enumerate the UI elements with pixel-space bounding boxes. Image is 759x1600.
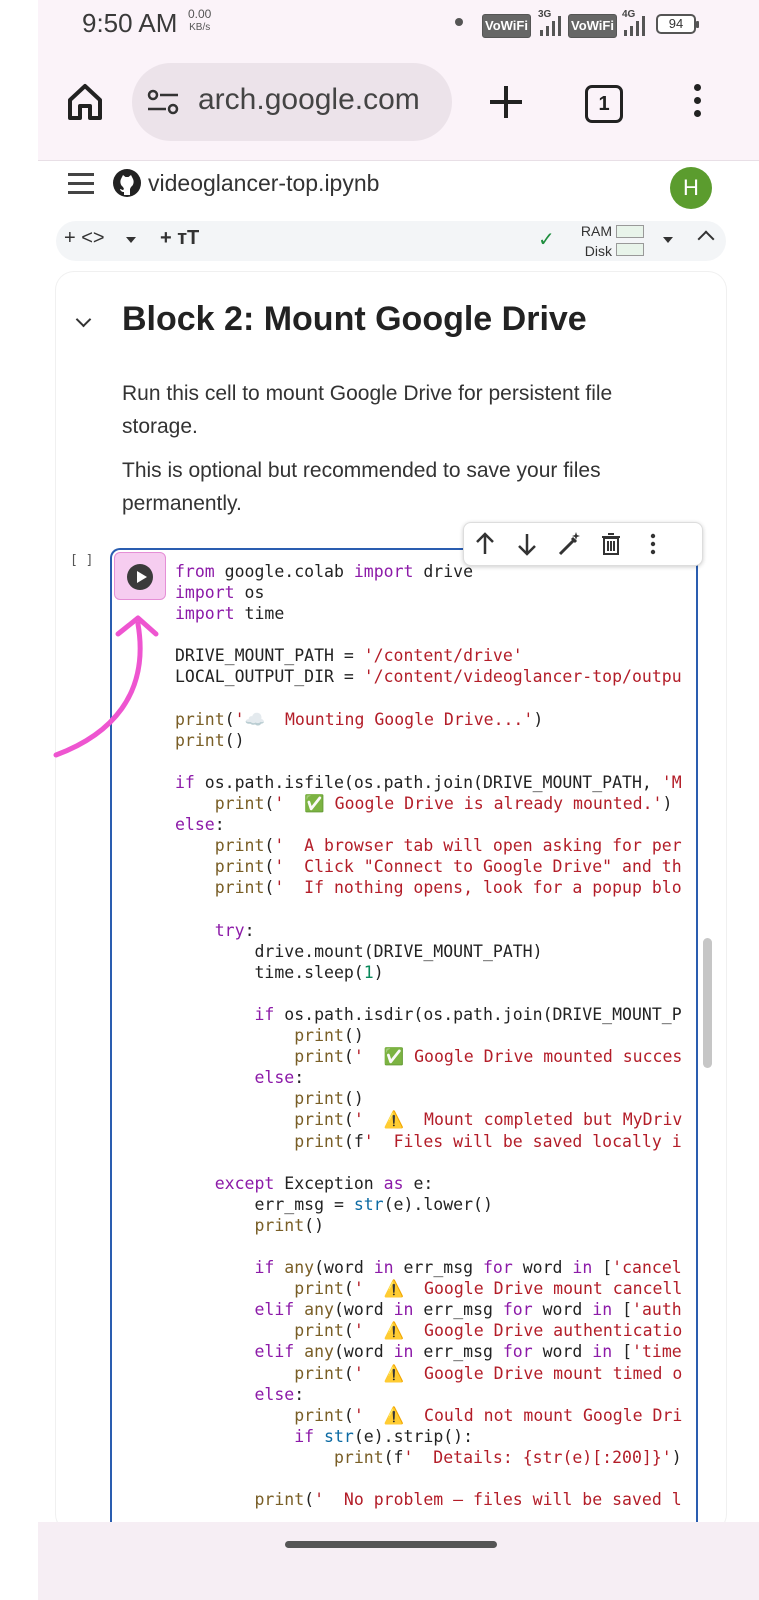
- code-line: print(' Click "Connect to Google Drive" …: [214, 857, 682, 877]
- run-cell-button[interactable]: [114, 552, 166, 600]
- arrow-down-icon[interactable]: [512, 529, 542, 559]
- code-line: if os.path.isfile(os.path.join(DRIVE_MOU…: [175, 772, 682, 792]
- section-heading: Block 2: Mount Google Drive: [122, 300, 587, 338]
- code-line: except Exception as e:: [214, 1173, 434, 1193]
- code-line: print(f' Files will be saved locally i: [294, 1131, 682, 1151]
- add-code-cell-button[interactable]: + <>: [64, 227, 105, 250]
- code-line: print('☁️ Mounting Google Drive...'): [175, 709, 544, 729]
- tab-switcher-button[interactable]: 1: [585, 85, 623, 123]
- ram-usage-bar: [616, 225, 644, 238]
- github-icon: [113, 169, 141, 197]
- home-button[interactable]: [62, 80, 108, 124]
- collapse-toolbar-icon[interactable]: [697, 230, 715, 248]
- code-line: import time: [175, 604, 285, 624]
- avatar[interactable]: H: [670, 167, 712, 209]
- code-line: print(' No problem — files will be saved…: [254, 1490, 682, 1510]
- code-line: print(' ⚠️ Could not mount Google Dri: [294, 1405, 683, 1425]
- site-settings-icon[interactable]: [146, 87, 180, 117]
- signal-4g-icon: [624, 16, 646, 36]
- code-line: print(' A browser tab will open asking f…: [214, 836, 682, 856]
- scrollbar-thumb[interactable]: [703, 938, 712, 1068]
- battery-icon: 94: [656, 14, 699, 34]
- notebook-title[interactable]: videoglancer-top.ipynb: [148, 170, 379, 197]
- code-line: from google.colab import drive: [175, 562, 474, 581]
- code-line: print(): [294, 1089, 364, 1109]
- code-line: print(): [294, 1026, 364, 1046]
- arrow-up-icon[interactable]: [470, 529, 500, 559]
- menu-hamburger-icon[interactable]: [68, 173, 94, 194]
- home-icon: [68, 84, 102, 120]
- code-line: print(' ✅ Google Drive is already mounte…: [214, 794, 673, 814]
- code-line: print(' If nothing opens, look for a pop…: [214, 878, 682, 898]
- network-speed-unit: KB/s: [189, 22, 211, 33]
- code-line: time.sleep(1): [175, 962, 384, 982]
- more-vert-icon[interactable]: [638, 529, 668, 559]
- plus-icon: [490, 86, 522, 118]
- ai-wand-icon[interactable]: [554, 529, 584, 559]
- colab-toolbar: + <> + тT ✓ RAM Disk: [56, 221, 726, 261]
- new-tab-button[interactable]: [486, 82, 526, 122]
- chevron-down-icon[interactable]: [126, 237, 136, 243]
- code-line: print(' ⚠️ Google Drive authenticatio: [294, 1321, 683, 1341]
- code-line: if str(e).strip():: [294, 1426, 474, 1446]
- code-line: print(' ⚠️ Google Drive mount timed o: [294, 1363, 683, 1383]
- code-line: DRIVE_MOUNT_PATH = '/content/drive': [175, 646, 523, 666]
- code-line: else:: [254, 1068, 305, 1088]
- code-line: drive.mount(DRIVE_MOUNT_PATH): [175, 941, 543, 961]
- code-line: if any(word in err_msg for word in ['can…: [254, 1258, 682, 1278]
- disk-usage-bar: [616, 243, 644, 256]
- status-time: 9:50 AM: [82, 8, 178, 38]
- browser-menu-button[interactable]: [690, 84, 704, 120]
- code-line: import os: [175, 583, 265, 603]
- home-indicator[interactable]: [285, 1541, 497, 1548]
- cell-toolbar: [463, 522, 703, 566]
- resource-monitor[interactable]: RAM Disk: [576, 221, 612, 261]
- code-line: try:: [214, 920, 255, 940]
- gesture-bar: [38, 1522, 759, 1600]
- url-bar[interactable]: arch.google.com: [132, 63, 452, 141]
- code-line: print(' ⚠️ Google Drive mount cancell: [294, 1279, 683, 1299]
- add-text-cell-button[interactable]: + тT: [160, 227, 199, 250]
- runtime-dropdown-icon[interactable]: [663, 237, 673, 243]
- url-text[interactable]: arch.google.com: [198, 83, 420, 117]
- code-line: print(): [254, 1215, 325, 1235]
- code-editor[interactable]: from google.colab import drive import os…: [175, 561, 682, 1510]
- code-line: print(' ✅ Google Drive mounted succes: [294, 1047, 683, 1067]
- delete-icon[interactable]: [596, 529, 626, 559]
- code-cell[interactable]: from google.colab import drive import os…: [110, 548, 698, 1550]
- code-line: elif any(word in err_msg for word in ['t…: [254, 1342, 682, 1362]
- markdown-paragraph-2: This is optional but recommended to save…: [122, 459, 601, 515]
- code-line: print(): [175, 730, 245, 750]
- code-line: err_msg = str(e).lower(): [175, 1194, 493, 1214]
- disk-label: Disk: [584, 243, 612, 259]
- network-speed: 0.00 KB/s: [188, 8, 211, 34]
- code-line: else:: [175, 815, 225, 835]
- vowifi-badge-2: VoWiFi: [568, 14, 617, 38]
- ram-label: RAM: [580, 223, 612, 239]
- code-line: elif any(word in err_msg for word in ['a…: [254, 1300, 682, 1320]
- notification-dot-icon: [455, 18, 463, 26]
- connected-check-icon: ✓: [538, 229, 555, 251]
- signal-3g-icon: [540, 16, 562, 36]
- code-line: if os.path.isdir(os.path.join(DRIVE_MOUN…: [254, 1004, 682, 1024]
- more-vert-icon: [693, 84, 701, 91]
- execution-count: [ ]: [70, 553, 94, 568]
- code-line: LOCAL_OUTPUT_DIR = '/content/videoglance…: [175, 667, 682, 687]
- code-line: else:: [254, 1384, 305, 1404]
- markdown-paragraph-1: Run this cell to mount Google Drive for …: [122, 382, 613, 438]
- network-speed-value: 0.00: [188, 7, 212, 21]
- code-line: print(' ⚠️ Mount completed but MyDriv: [294, 1110, 683, 1130]
- code-line: print(f' Details: {str(e)[:200]}'): [333, 1447, 682, 1467]
- left-margin: [0, 0, 38, 1600]
- vowifi-badge-1: VoWiFi: [482, 14, 531, 38]
